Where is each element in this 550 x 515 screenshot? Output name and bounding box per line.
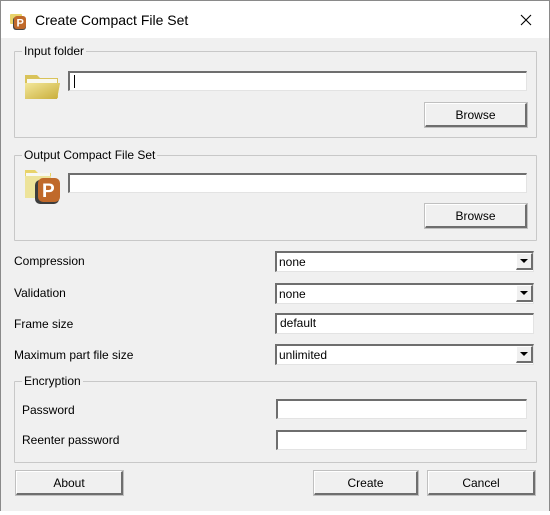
output-field[interactable] <box>68 173 527 193</box>
text-caret <box>74 75 75 88</box>
input-folder-legend: Input folder <box>22 44 87 58</box>
chevron-down-icon <box>520 352 528 356</box>
compression-select[interactable]: none <box>275 251 534 272</box>
encryption-group: Encryption Password Reenter password <box>14 374 537 463</box>
title-bar: P Create Compact File Set <box>1 1 549 38</box>
reenter-password-label: Reenter password <box>22 433 120 447</box>
validation-label: Validation <box>14 286 66 300</box>
svg-text:P: P <box>17 18 24 30</box>
output-browse-button[interactable]: Browse <box>424 203 528 229</box>
folder-icon <box>25 75 60 99</box>
compression-dropdown-button[interactable] <box>516 253 533 270</box>
input-folder-field[interactable] <box>68 71 527 91</box>
frame-size-label: Frame size <box>14 317 74 331</box>
window-title: Create Compact File Set <box>35 12 189 28</box>
output-legend: Output Compact File Set <box>22 148 158 162</box>
dialog-window: P Create Compact File Set Input folder B… <box>0 0 550 511</box>
compression-label: Compression <box>14 254 85 268</box>
validation-select[interactable]: none <box>275 283 534 304</box>
encryption-legend: Encryption <box>22 374 83 388</box>
cancel-button[interactable]: Cancel <box>427 470 536 496</box>
svg-text:P: P <box>42 181 55 202</box>
chevron-down-icon <box>520 259 528 263</box>
frame-size-field[interactable]: default <box>275 313 534 334</box>
close-icon <box>520 14 532 25</box>
reenter-password-field[interactable] <box>276 430 527 450</box>
password-field[interactable] <box>276 399 527 419</box>
input-browse-button[interactable]: Browse <box>424 102 528 128</box>
compact-file-set-icon: P <box>10 14 26 30</box>
compact-file-set-folder-icon: P <box>25 170 60 204</box>
input-folder-group: Input folder Browse <box>14 44 537 138</box>
max-part-size-select[interactable]: unlimited <box>275 344 534 365</box>
password-label: Password <box>22 403 75 417</box>
about-button[interactable]: About <box>15 470 124 496</box>
create-button[interactable]: Create <box>313 470 419 496</box>
max-part-size-dropdown-button[interactable] <box>516 346 533 363</box>
chevron-down-icon <box>520 291 528 295</box>
max-part-size-label: Maximum part file size <box>14 348 134 362</box>
validation-dropdown-button[interactable] <box>516 285 533 302</box>
close-button[interactable] <box>503 1 549 38</box>
output-group: Output Compact File Set P Browse <box>14 148 537 241</box>
